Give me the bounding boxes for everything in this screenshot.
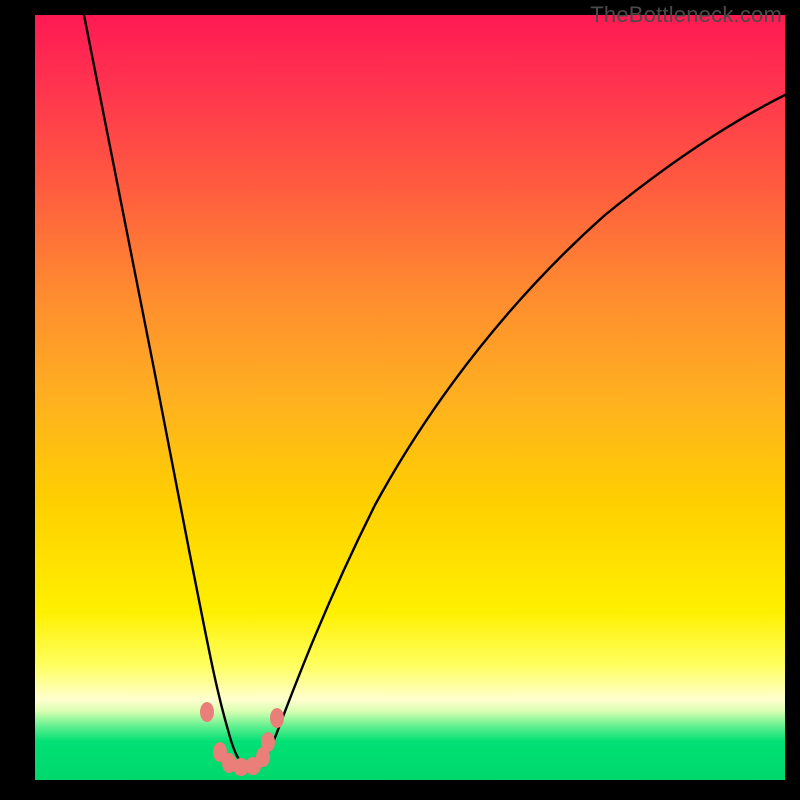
curve-markers	[200, 702, 284, 776]
marker-dot	[270, 708, 284, 728]
bottleneck-curve-path	[84, 15, 785, 767]
watermark-text: TheBottleneck.com	[590, 2, 782, 28]
chart-plot-area	[35, 15, 785, 780]
marker-dot	[200, 702, 214, 722]
chart-frame: TheBottleneck.com	[0, 0, 800, 800]
bottleneck-curve-svg	[35, 15, 785, 780]
marker-dot	[261, 732, 275, 752]
